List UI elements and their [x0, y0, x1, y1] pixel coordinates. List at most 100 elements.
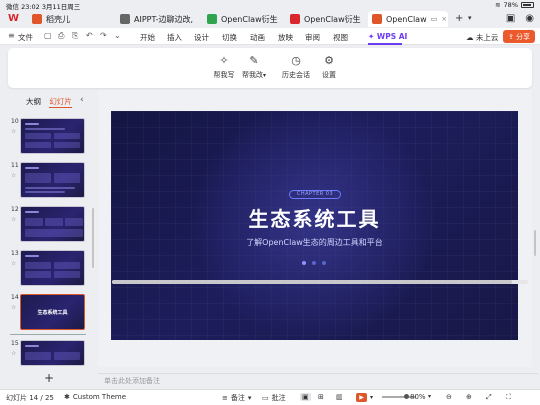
zoom-out-icon[interactable]: ⊖ — [446, 393, 452, 401]
window-controls: ▣ ◉ — [506, 13, 534, 24]
collapse-panel-icon[interactable]: ‹ — [80, 95, 84, 105]
thumb-box — [25, 271, 51, 278]
close-tab-icon[interactable]: × — [441, 15, 448, 23]
window-mode-icon[interactable]: ▣ — [506, 13, 515, 24]
menu-start[interactable]: 开始 — [140, 32, 155, 43]
slide-thumbnail[interactable] — [20, 340, 85, 366]
dropdown-icon: ▾ — [262, 72, 266, 79]
avatar[interactable]: ◉ — [525, 13, 534, 24]
undo-icon[interactable]: ↶ — [86, 31, 93, 40]
history-icon: ◷ — [291, 54, 301, 67]
slide-subtitle[interactable]: 了解OpenClaw生态的周边工具和平台 — [111, 237, 518, 248]
menu-hamburger-icon[interactable]: ≡ — [8, 31, 15, 40]
thumb-title-line — [25, 167, 39, 169]
menu-insert[interactable]: 插入 — [167, 32, 182, 43]
slide-thumbnail[interactable]: 生态系统工具 — [20, 294, 85, 330]
help-edit-button[interactable]: ✎ 帮我改▾ — [236, 54, 272, 80]
thumbnail-number: 15 — [11, 340, 19, 347]
menu-slideshow[interactable]: 放映 — [278, 32, 293, 43]
redo-icon[interactable]: ↷ — [100, 31, 107, 40]
dropdown-icon: ▾ — [247, 394, 252, 402]
history-button[interactable]: ◷ 历史会话 — [278, 54, 314, 80]
reading-view-icon[interactable]: ▥ — [336, 393, 343, 401]
comment-icon: ▭ — [262, 394, 269, 402]
theme-label: Custom Theme — [72, 393, 127, 401]
screen-icon[interactable]: ▭ — [431, 15, 438, 23]
new-tab-icon[interactable]: + — [455, 13, 463, 24]
fullscreen-icon[interactable]: ⛶ — [506, 393, 511, 402]
menu-view[interactable]: 视图 — [333, 32, 348, 43]
tab-label: OpenClaw — [386, 14, 427, 24]
vertical-scrollbar[interactable] — [534, 230, 536, 256]
play-slideshow-button[interactable]: ▶ ▾ — [356, 393, 373, 402]
comments-toggle[interactable]: ▭ 批注 — [262, 393, 286, 403]
thumb-line — [25, 191, 65, 193]
thumbnail-item[interactable]: 13 ☆ — [0, 250, 96, 288]
thumbnail-scrollbar[interactable] — [92, 208, 94, 268]
tab-openclaw-ppt[interactable]: OpenClaw ▭ × — [368, 11, 448, 27]
battery-icon — [521, 2, 534, 8]
wps-ai-star-icon: ✦ — [368, 32, 375, 41]
cloud-status[interactable]: ☁ 未上云 — [466, 32, 498, 43]
add-slide-button[interactable]: + — [44, 371, 54, 385]
slide-thumbnail[interactable] — [20, 118, 85, 154]
daoke-icon — [32, 14, 42, 24]
chapter-badge[interactable]: CHAPTER 03 — [289, 190, 341, 199]
normal-view-icon[interactable]: ▣ — [300, 393, 311, 401]
tab-slides[interactable]: 幻灯片 — [49, 97, 72, 108]
thumbnail-item[interactable]: 12 ☆ — [0, 206, 96, 244]
slide-title[interactable]: 生态系统工具 — [111, 203, 518, 232]
animation-star-icon: ☆ — [11, 216, 17, 223]
bottom-status-bar: 幻灯片 14 / 25 ✱ Custom Theme ≡ 备注 ▾ ▭ 批注 ▣… — [0, 389, 540, 405]
fit-window-icon[interactable]: ⤢ — [486, 393, 492, 402]
zoom-level[interactable]: 80% — [410, 393, 426, 401]
zoom-dropdown-icon[interactable]: ▾ — [428, 393, 431, 400]
dot — [312, 261, 316, 265]
tab-openclaw-sheet[interactable]: OpenClaw衍生 ▾ — [203, 11, 281, 27]
comments-label: 批注 — [271, 394, 286, 402]
menu-animation[interactable]: 动画 — [250, 32, 265, 43]
thumb-box — [25, 142, 51, 148]
save-icon[interactable]: ⎙ — [58, 31, 64, 41]
thumb-box — [54, 142, 80, 148]
menu-file[interactable]: 文件 — [18, 32, 33, 43]
menu-transition[interactable]: 切换 — [222, 32, 237, 43]
share-button[interactable]: ⇪ 分享 — [503, 30, 535, 43]
tab-aippt[interactable]: AIPPT-边聊边改, — [116, 11, 200, 27]
thumbnail-number: 12 — [11, 206, 19, 213]
presentation-icon — [372, 14, 382, 24]
tab-openclaw-pdf[interactable]: OpenClaw衍生 ▾ — [286, 11, 364, 27]
thumb-box — [25, 262, 51, 269]
menu-wps-ai[interactable]: ✦ WPS AI — [368, 32, 407, 41]
slide-thumbnail[interactable] — [20, 162, 85, 198]
thumb-box — [54, 262, 80, 269]
tab-list-icon[interactable]: ▾ — [468, 14, 472, 22]
slide-thumbnail[interactable] — [20, 250, 85, 286]
thumbnail-item[interactable]: 11 ☆ — [0, 162, 96, 200]
thumb-title-line — [25, 123, 39, 125]
tab-daoke[interactable]: 稻壳儿 — [28, 11, 112, 27]
thumbnail-item-selected[interactable]: 14 ☆ 生态系统工具 — [0, 294, 96, 332]
scrollbar-thumb[interactable] — [112, 280, 512, 284]
print-icon[interactable]: ⎘ — [72, 31, 78, 41]
menu-review[interactable]: 审阅 — [305, 32, 320, 43]
theme-selector[interactable]: ✱ Custom Theme — [64, 393, 126, 401]
horizontal-scrollbar[interactable] — [112, 280, 528, 284]
folder-icon[interactable]: ▢ — [44, 31, 52, 40]
zoom-in-icon[interactable]: ⊕ — [466, 393, 472, 401]
drag-divider[interactable] — [10, 334, 86, 335]
pdf-icon — [290, 14, 300, 24]
share-icon: ⇪ — [508, 32, 514, 41]
more-chevron-icon[interactable]: ⌄ — [114, 31, 121, 40]
settings-button[interactable]: ⚙ 设置 — [313, 54, 345, 80]
notes-toggle[interactable]: ≡ 备注 ▾ — [222, 393, 251, 403]
slide-thumbnail[interactable] — [20, 206, 85, 242]
notes-input[interactable]: 单击此处添加备注 — [98, 373, 538, 388]
slide-canvas[interactable]: CHAPTER 03 生态系统工具 了解OpenClaw生态的周边工具和平台 — [111, 111, 518, 340]
menu-design[interactable]: 设计 — [194, 32, 209, 43]
tab-outline[interactable]: 大纲 — [26, 97, 41, 106]
thumb-box — [25, 218, 43, 226]
sorter-view-icon[interactable]: ⊞ — [318, 393, 324, 401]
thumbnail-item[interactable]: 10 ☆ — [0, 118, 96, 156]
wps-logo-icon[interactable]: W — [8, 13, 22, 25]
